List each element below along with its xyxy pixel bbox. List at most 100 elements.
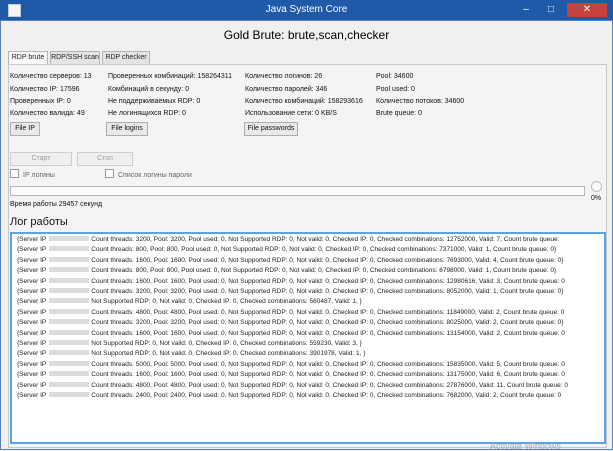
log-line-text: Count threads: 800, Pool: 800, Pool used… [91, 267, 557, 275]
checkbox-box[interactable] [10, 169, 19, 178]
pool-size: Pool: 34600 [376, 73, 414, 80]
list-logins-passwords-checkbox[interactable]: Список логины пароли [105, 169, 192, 179]
threads-count: Количество потоков: 34600 [376, 98, 465, 105]
pool-used: Pool used: 0 [376, 86, 415, 93]
log-line: {Server IP Count threads: 3200, Pool: 320… [17, 236, 559, 243]
ip-count: Количество IP: 17596 [10, 86, 80, 93]
log-line-text: Count threads: 4800, Pool: 4800, Pool us… [91, 381, 568, 389]
redacted-ip [49, 288, 90, 293]
log-line-prefix: {Server IP [17, 381, 47, 389]
log-line-prefix: {Server IP [17, 350, 47, 358]
logins-count: Количество логинов: 26 [245, 73, 323, 80]
log-title: Лог работы [10, 216, 68, 228]
log-line-text: Not Supported RDP: 0, Not valid: 0, Chec… [91, 298, 362, 306]
redacted-ip [49, 277, 90, 283]
redacted-ip [49, 392, 90, 397]
start-button[interactable]: Старт [10, 152, 72, 166]
log-line-prefix: {Server IP [17, 340, 47, 347]
redacted-ip [49, 371, 90, 377]
log-line-text: Not Supported RDP: 0, Not valid: 0, Chec… [91, 340, 362, 347]
log-line: {Server IP Count threads: 800, Pool: 800,… [17, 267, 556, 274]
log-line-text: Count threads: 3200, Pool: 3200, Pool us… [91, 236, 560, 243]
log-line-prefix: {Server IP [17, 371, 47, 379]
file-passwords-button[interactable]: File passwords [244, 122, 298, 136]
log-line: {Server IP Count threads: 1600, Pool: 160… [17, 371, 565, 378]
combinations-count: Количество комбинаций: 158293616 [245, 98, 363, 105]
ip-logins-label: IP логины [23, 172, 55, 179]
file-ip-button[interactable]: File IP [10, 122, 40, 136]
log-line-prefix: {Server IP [17, 288, 47, 295]
log-line-text: Count threads: 1600, Pool: 1600, Pool us… [91, 371, 565, 379]
log-line-prefix: {Server IP [17, 319, 47, 327]
redacted-ip [49, 308, 90, 314]
log-line: {Server IP Count threads: 1600, Pool: 160… [17, 329, 565, 337]
progress-indicator [591, 181, 602, 192]
redacted-ip [49, 246, 90, 252]
log-line: {Server IP Count threads: 4800, Pool: 480… [17, 381, 568, 389]
log-line: {Server IP Count threads: 1600, Pool: 160… [17, 256, 564, 264]
app-title: Gold Brute: brute,scan,checker [223, 28, 390, 42]
log-line: {Server IP Count threads: 3200, Pool: 320… [17, 288, 563, 295]
tab-rdp-checker[interactable]: RDP checker [102, 51, 150, 64]
redacted-ip [49, 267, 90, 273]
log-line: {Server IP Count threads: 1600, Pool: 160… [17, 277, 565, 285]
checked-combinations: Проверенных комбинаций: 158264311 [108, 73, 233, 80]
log-line-text: Count threads: 1600, Pool: 1600, Pool us… [91, 256, 564, 264]
log-line-prefix: {Server IP [17, 360, 47, 368]
window-titlebar[interactable]: Java System Core – □ ✕ [0, 0, 613, 20]
servers-count: Количество серверов: 13 [10, 73, 92, 80]
redacted-ip [49, 319, 90, 325]
redacted-ip [49, 381, 90, 387]
log-line-text: Count threads: 4800, Pool: 4800, Pool us… [91, 308, 565, 316]
redacted-ip [49, 256, 90, 262]
close-button[interactable]: ✕ [567, 3, 607, 17]
ip-logins-checkbox[interactable]: IP логины [10, 169, 55, 179]
log-line-text: Count threads: 800, Pool: 800, Pool used… [91, 246, 557, 254]
file-logins-button[interactable]: File logins [106, 122, 148, 136]
tab-rdp-ssh-scan[interactable]: RDP/SSH scan [50, 51, 100, 64]
passwords-count: Количество паролей: 346 [245, 86, 328, 93]
log-line: {Server IP Not Supported RDP: 0, Not vali… [17, 350, 365, 357]
log-line-prefix: {Server IP [17, 246, 47, 254]
tab-rdp-brute[interactable]: RDP brute [8, 51, 48, 65]
log-line-prefix: {Server IP [17, 392, 47, 399]
log-line-text: Count threads: 2400, Pool: 2400, Pool us… [91, 392, 562, 399]
log-line-prefix: {Server IP [17, 256, 47, 264]
log-line-prefix: {Server IP [17, 329, 47, 337]
network-usage: Использование сети: 0 KB/S [245, 110, 337, 117]
log-line: {Server IP Count threads: 800, Pool: 800,… [17, 246, 556, 253]
combinations-per-second: Комбинаций в секунду: 0 [108, 86, 190, 93]
redacted-ip [49, 236, 90, 241]
list-logins-passwords-label: Список логины пароли [118, 172, 192, 179]
redacted-ip [49, 340, 90, 345]
log-line: {Server IP Count threads: 2400, Pool: 240… [17, 392, 561, 399]
stop-button[interactable]: Стоп [77, 152, 133, 166]
log-line: {Server IP Count threads: 4800, Pool: 480… [17, 308, 565, 316]
maximize-button[interactable]: □ [544, 3, 558, 17]
log-line-text: Count threads: 3200, Pool: 3200, Pool us… [91, 288, 564, 295]
valid-count: Количество валида: 49 [10, 110, 85, 117]
log-line-text: Count threads: 3200, Pool: 3200, Pool us… [91, 319, 564, 327]
log-line-text: Count threads: 1600, Pool: 1600, Pool us… [91, 329, 565, 337]
log-line: {Server IP Count threads: 5000, Pool: 500… [17, 360, 565, 368]
log-textarea[interactable]: {Server IP Count threads: 3200, Pool: 320… [10, 232, 606, 444]
log-line: {Server IP Not Supported RDP: 0, Not vali… [17, 298, 362, 305]
log-line-prefix: {Server IP [17, 236, 47, 243]
log-line-prefix: {Server IP [17, 308, 47, 316]
log-line-prefix: {Server IP [17, 298, 47, 306]
redacted-ip [49, 350, 90, 356]
log-line-prefix: {Server IP [17, 267, 47, 275]
non-login-rdp: Не логинящихся RDP: 0 [108, 110, 186, 117]
progress-percent: 0% [591, 195, 602, 202]
log-line-text: Count threads: 5000, Pool: 5000, Pool us… [91, 360, 565, 368]
log-line-prefix: {Server IP [17, 277, 47, 285]
redacted-ip [49, 298, 90, 304]
redacted-ip [49, 329, 90, 335]
minimize-button[interactable]: – [519, 3, 533, 17]
checked-ip-count: Проверенных IP: 0 [10, 98, 71, 105]
log-line: {Server IP Count threads: 3200, Pool: 320… [17, 319, 563, 326]
brute-queue: Brute queue: 0 [376, 110, 422, 117]
progress-bar [10, 186, 585, 196]
checkbox-box[interactable] [105, 169, 114, 178]
log-line-text: Not Supported RDP: 0, Not valid: 0, Chec… [91, 350, 366, 358]
